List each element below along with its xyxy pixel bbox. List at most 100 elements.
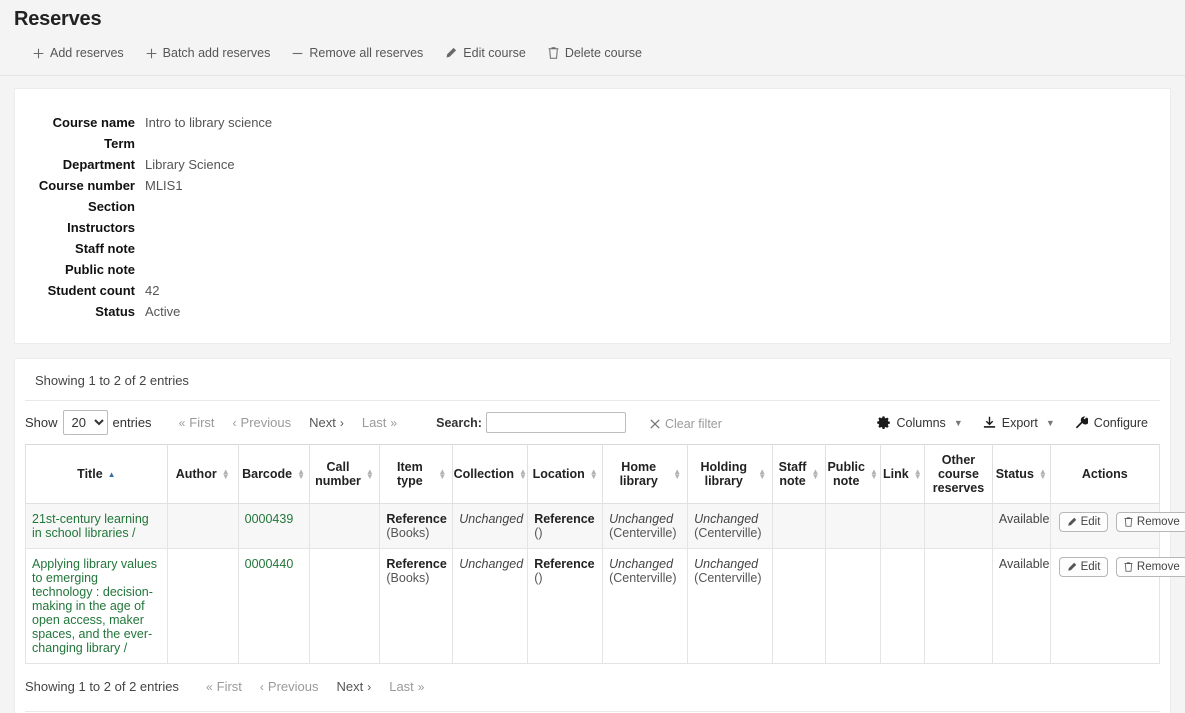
cell-actions: Edit Remove <box>1050 549 1159 664</box>
column-label: Actions <box>1082 467 1128 481</box>
cell-home-library: Unchanged (Centerville) <box>603 549 688 664</box>
plus-icon <box>146 48 157 59</box>
column-header-author[interactable]: Author ▲▼ <box>167 445 238 504</box>
column-header-public-note[interactable]: Public note ▲▼ <box>825 445 880 504</box>
pagination-previous-top[interactable]: ‹ Previous <box>224 412 301 433</box>
columns-label: Columns <box>896 416 945 430</box>
page-length-select[interactable]: 20 <box>63 410 108 435</box>
column-header-collection[interactable]: Collection ▲▼ <box>453 445 528 504</box>
trash-icon <box>1124 517 1133 527</box>
sort-both-icon: ▲▼ <box>870 469 878 479</box>
show-label: Show <box>25 415 58 430</box>
pagination-first-label: First <box>189 415 214 430</box>
pagination-last-label: Last <box>389 679 414 694</box>
cell-status: Available <box>992 549 1050 664</box>
sort-ascending-icon: ▲ <box>108 472 116 477</box>
row-edit-button[interactable]: Edit <box>1059 557 1109 577</box>
public-note-label: Public note <box>15 262 145 278</box>
column-label: Other course reserves <box>931 453 986 495</box>
entries-label: entries <box>113 415 152 430</box>
gear-icon <box>877 416 890 429</box>
column-header-location[interactable]: Location ▲▼ <box>528 445 603 504</box>
double-chevron-right-icon: » <box>418 681 425 693</box>
search-input[interactable] <box>486 412 626 433</box>
pagination-first-top[interactable]: « First <box>170 412 224 433</box>
cell-title: 21st-century learning in school librarie… <box>26 504 168 549</box>
location-sub: () <box>534 526 596 540</box>
remove-all-reserves-label: Remove all reserves <box>309 46 423 60</box>
barcode-link[interactable]: 0000440 <box>245 557 294 571</box>
column-header-item-type[interactable]: Item type ▲▼ <box>380 445 453 504</box>
cell-staff-note <box>773 549 826 664</box>
barcode-link[interactable]: 0000439 <box>245 512 294 526</box>
location-main: Reference <box>534 557 596 571</box>
cell-author <box>167 549 238 664</box>
detail-row: Public note <box>15 262 1170 278</box>
column-header-home-library[interactable]: Home library ▲▼ <box>603 445 688 504</box>
section-label: Section <box>15 199 145 215</box>
cell-item-type: Reference (Books) <box>380 549 453 664</box>
column-label: Collection <box>454 467 514 481</box>
pagination-next-bottom[interactable]: Next › <box>327 676 380 697</box>
chevron-down-icon: ▼ <box>952 418 963 428</box>
column-header-other-course-reserves: Other course reserves <box>925 445 993 504</box>
pagination-last-bottom[interactable]: Last » <box>380 676 433 697</box>
entries-info-bottom: Showing 1 to 2 of 2 entries <box>25 679 179 694</box>
add-reserves-label: Add reserves <box>50 46 124 60</box>
sort-both-icon: ▲▼ <box>519 469 527 479</box>
batch-add-reserves-button[interactable]: Batch add reserves <box>135 41 282 65</box>
chevron-right-icon: › <box>367 681 371 693</box>
remove-all-reserves-button[interactable]: Remove all reserves <box>281 41 434 65</box>
pagination-first-bottom[interactable]: « First <box>197 676 251 697</box>
pagination-last-top[interactable]: Last » <box>353 412 406 433</box>
column-header-holding-library[interactable]: Holding library ▲▼ <box>688 445 773 504</box>
columns-button[interactable]: Columns ▼ <box>869 412 970 434</box>
detail-row: Course number MLIS1 <box>15 178 1170 194</box>
table-right-controls: Columns ▼ Export ▼ Co <box>869 412 1160 434</box>
column-header-barcode[interactable]: Barcode ▲▼ <box>238 445 309 504</box>
trash-icon <box>1124 562 1133 572</box>
export-button[interactable]: Export ▼ <box>975 412 1063 434</box>
search-label: Search: <box>436 416 482 430</box>
column-header-title[interactable]: Title ▲ <box>26 445 168 504</box>
cell-status: Available <box>992 504 1050 549</box>
course-number-value: MLIS1 <box>145 178 183 194</box>
cell-collection: Unchanged <box>453 504 528 549</box>
column-header-call-number[interactable]: Call number ▲▼ <box>309 445 380 504</box>
column-header-link[interactable]: Link ▲▼ <box>880 445 925 504</box>
title-link[interactable]: Applying library values to emerging tech… <box>32 557 157 655</box>
row-remove-button[interactable]: Remove <box>1116 557 1185 577</box>
item-type-sub: (Books) <box>386 571 446 585</box>
pagination-previous-bottom[interactable]: ‹ Previous <box>251 676 328 697</box>
cell-public-note <box>825 504 880 549</box>
cell-location: Reference () <box>528 504 603 549</box>
home-library-sub: (Centerville) <box>609 571 681 585</box>
title-link[interactable]: 21st-century learning in school librarie… <box>32 512 149 540</box>
column-label: Location <box>533 467 585 481</box>
batch-add-reserves-label: Batch add reserves <box>163 46 271 60</box>
detail-row: Term <box>15 136 1170 152</box>
configure-button[interactable]: Configure <box>1067 412 1156 434</box>
column-header-status[interactable]: Status ▲▼ <box>992 445 1050 504</box>
detail-row: Department Library Science <box>15 157 1170 173</box>
department-label: Department <box>15 157 145 173</box>
row-edit-button[interactable]: Edit <box>1059 512 1109 532</box>
pagination-next-top[interactable]: Next › <box>300 412 353 433</box>
pagination-previous-label: Previous <box>268 679 319 694</box>
configure-label: Configure <box>1094 416 1148 430</box>
row-remove-button[interactable]: Remove <box>1116 512 1185 532</box>
cell-public-note <box>825 549 880 664</box>
cell-holding-library: Unchanged (Centerville) <box>688 504 773 549</box>
home-library-sub: (Centerville) <box>609 526 681 540</box>
edit-course-button[interactable]: Edit course <box>434 41 537 65</box>
column-header-staff-note[interactable]: Staff note ▲▼ <box>773 445 826 504</box>
home-library-main: Unchanged <box>609 512 681 526</box>
delete-course-button[interactable]: Delete course <box>537 41 653 65</box>
add-reserves-button[interactable]: Add reserves <box>22 41 135 65</box>
cell-home-library: Unchanged (Centerville) <box>603 504 688 549</box>
entries-info-top: Showing 1 to 2 of 2 entries <box>25 359 1160 401</box>
column-label: Author <box>176 467 217 481</box>
column-header-actions: Actions <box>1050 445 1159 504</box>
clear-filter-button[interactable]: Clear filter <box>644 414 728 432</box>
sort-both-icon: ▲▼ <box>222 469 230 479</box>
